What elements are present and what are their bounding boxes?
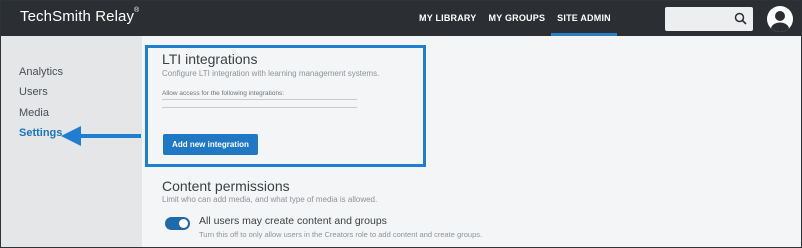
top-navigation-bar: TechSmith Relay® MY LIBRARY MY GROUPS SI… [1,1,801,36]
nav-my-library[interactable]: MY LIBRARY [413,1,483,36]
lti-section-description: Configure LTI integration with learning … [162,69,380,78]
main-nav: MY LIBRARY MY GROUPS SITE ADMIN [413,1,617,36]
lti-field-label: Allow access for the following integrati… [162,90,285,97]
sidebar-item-analytics[interactable]: Analytics [19,66,63,78]
search-input[interactable] [665,7,753,31]
content-permissions-description: Limit who can add media, and what type o… [162,195,378,204]
sidebar-item-users[interactable]: Users [19,86,48,98]
app-window: TechSmith Relay® MY LIBRARY MY GROUPS SI… [0,0,802,248]
sidebar-item-settings[interactable]: Settings [19,127,62,139]
user-avatar-icon[interactable] [767,6,793,32]
sidebar-item-media[interactable]: Media [19,107,49,119]
callout-arrow [61,126,141,146]
nav-my-groups[interactable]: MY GROUPS [483,1,552,36]
main-content: LTI integrations Configure LTI integrati… [142,36,801,247]
lti-integration-list [162,107,357,108]
add-new-integration-button[interactable]: Add new integration [163,134,258,155]
brand-logo[interactable]: TechSmith Relay® [20,7,139,25]
create-content-toggle-description: Turn this off to only allow users in the… [199,230,483,239]
create-content-toggle-label: All users may create content and groups [199,215,387,227]
toggle-knob [179,219,188,228]
search-icon[interactable] [734,12,747,25]
content-permissions-title: Content permissions [162,178,290,194]
nav-site-admin[interactable]: SITE ADMIN [551,1,617,36]
create-content-toggle[interactable] [165,217,190,230]
lti-section-title: LTI integrations [162,51,258,67]
lti-divider [162,99,357,100]
